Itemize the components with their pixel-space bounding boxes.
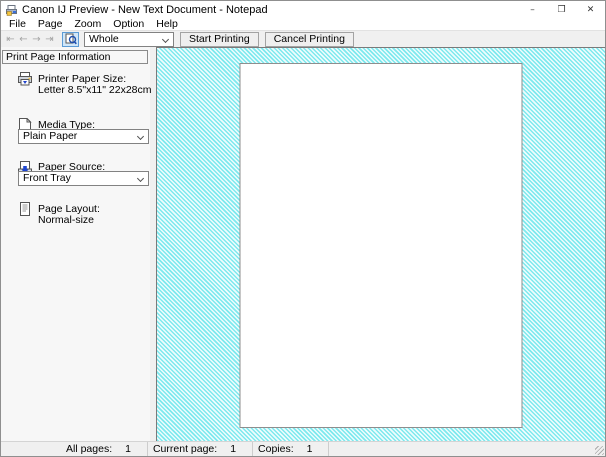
panel-header: Print Page Information — [2, 50, 148, 64]
next-page-button[interactable]: → — [30, 32, 43, 47]
preview-area — [156, 47, 605, 441]
chevron-down-icon — [137, 175, 144, 182]
all-pages-value: 1 — [125, 443, 131, 455]
page-layout-icon — [17, 202, 33, 216]
menu-help[interactable]: Help — [150, 19, 184, 30]
status-bar: All pages: 1 Current page: 1 Copies: 1 — [1, 441, 605, 456]
chevron-down-icon — [162, 35, 169, 42]
menu-option[interactable]: Option — [107, 19, 150, 30]
current-page-status: Current page: 1 — [148, 442, 253, 456]
all-pages-status: All pages: 1 — [61, 442, 148, 456]
content-area: Print Page Information Printer Paper Siz… — [1, 47, 605, 441]
media-type-select[interactable]: Plain Paper — [18, 129, 149, 144]
resize-grip[interactable] — [595, 446, 604, 455]
toolbar: ⇤ ← → ⇥ Whole Start Printing Cancel Prin… — [1, 30, 605, 47]
cancel-printing-button[interactable]: Cancel Printing — [265, 32, 354, 47]
zoom-level-select[interactable]: Whole — [84, 32, 174, 47]
menu-bar: File Page Zoom Option Help — [1, 19, 605, 30]
app-icon — [6, 5, 17, 16]
current-page-label: Current page: — [153, 443, 217, 455]
menu-page[interactable]: Page — [32, 19, 69, 30]
page-preview — [240, 63, 523, 428]
paper-source-value: Front Tray — [23, 172, 71, 185]
magnifier-page-icon — [65, 33, 77, 45]
copies-label: Copies: — [258, 443, 294, 455]
close-button[interactable]: ✕ — [576, 1, 605, 19]
canon-ij-preview-window: Canon IJ Preview - New Text Document - N… — [0, 0, 606, 457]
maximize-button[interactable]: ❒ — [547, 1, 576, 19]
window-title: Canon IJ Preview - New Text Document - N… — [22, 1, 268, 19]
zoom-level-value: Whole — [89, 33, 119, 46]
page-layout-value: Normal-size — [38, 214, 94, 226]
copies-status: Copies: 1 — [253, 442, 329, 456]
printer-paper-size-value: Letter 8.5"x11" 22x28cm — [38, 84, 152, 96]
printer-icon — [17, 72, 33, 86]
minimize-button[interactable]: – — [518, 1, 547, 19]
copies-value: 1 — [307, 443, 313, 455]
media-type-value: Plain Paper — [23, 130, 77, 143]
first-page-button[interactable]: ⇤ — [4, 32, 17, 47]
paper-source-select[interactable]: Front Tray — [18, 171, 149, 186]
menu-zoom[interactable]: Zoom — [68, 19, 107, 30]
start-printing-button[interactable]: Start Printing — [180, 32, 259, 47]
window-controls: – ❒ ✕ — [518, 1, 605, 19]
current-page-value: 1 — [230, 443, 236, 455]
whole-view-toggle-button[interactable] — [62, 32, 79, 47]
title-bar: Canon IJ Preview - New Text Document - N… — [1, 1, 605, 19]
last-page-button[interactable]: ⇥ — [43, 32, 56, 47]
print-page-information-panel: Print Page Information Printer Paper Siz… — [1, 47, 150, 441]
previous-page-button[interactable]: ← — [17, 32, 30, 47]
menu-file[interactable]: File — [3, 19, 32, 30]
chevron-down-icon — [137, 133, 144, 140]
all-pages-label: All pages: — [66, 443, 112, 455]
